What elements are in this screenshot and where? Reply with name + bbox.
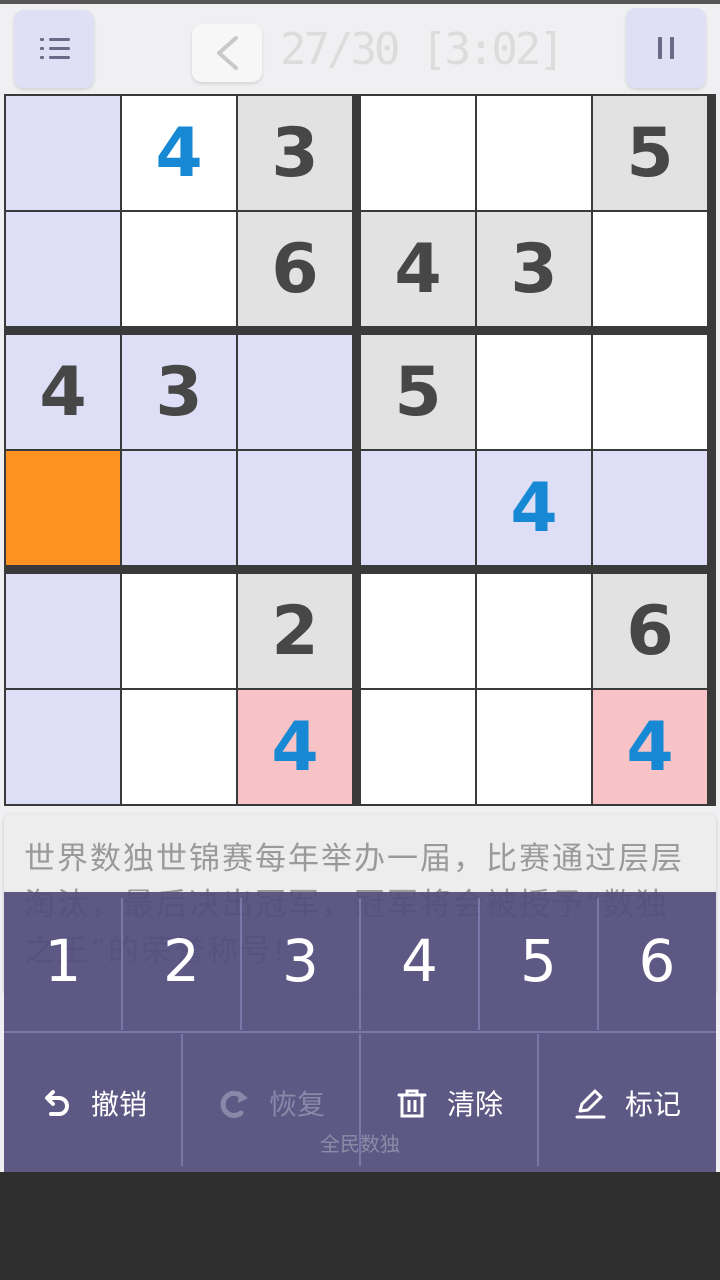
cell-value: 3	[271, 113, 319, 193]
board-cell-r2-c4[interactable]: 4	[361, 212, 475, 326]
board-cell-r3-c6[interactable]	[593, 335, 707, 449]
back-button[interactable]	[192, 24, 262, 82]
undo-label: 撤销	[90, 1088, 147, 1121]
board-cell-r6-c1[interactable]	[6, 690, 120, 804]
board-cell-r4-c6[interactable]	[593, 451, 707, 565]
pencil-icon	[575, 1089, 606, 1119]
keypad-divider	[478, 898, 480, 1030]
app-watermark: 全民数独	[320, 1132, 400, 1156]
puzzle-status: 27/30 [3:02]	[280, 20, 565, 80]
menu-icon	[40, 36, 70, 62]
board-cell-r4-c5[interactable]: 4	[477, 451, 591, 565]
cell-value: 5	[626, 113, 674, 193]
board-cell-r5-c4[interactable]	[361, 574, 475, 688]
board-cell-r5-c6[interactable]: 6	[593, 574, 707, 688]
timer: [3:02]	[420, 24, 565, 75]
cell-value: 5	[394, 352, 442, 432]
cell-value: 6	[626, 591, 674, 671]
trash-icon	[397, 1089, 427, 1118]
redo-label: 恢复	[268, 1088, 325, 1121]
board-cell-r6-c2[interactable]	[122, 690, 236, 804]
board-cell-r1-c4[interactable]	[361, 96, 475, 210]
number-key-label: 3	[282, 927, 319, 995]
board-cell-r2-c2[interactable]	[122, 212, 236, 326]
board-cell-r4-c3[interactable]	[238, 451, 352, 565]
app-screen: 27/30 [3:02] 43564343542644 世界数独世锦赛每年举办一…	[0, 0, 720, 1172]
number-key-3[interactable]: 3	[241, 892, 360, 1030]
undo-icon	[44, 1090, 69, 1116]
board-cell-r4-c1[interactable]	[6, 451, 120, 565]
board-cell-r1-c2[interactable]: 4	[122, 96, 236, 210]
pause-button[interactable]	[626, 8, 706, 88]
clear-label: 清除	[446, 1088, 503, 1121]
board-cell-r3-c5[interactable]	[477, 335, 591, 449]
board-cell-r1-c5[interactable]	[477, 96, 591, 210]
number-key-6[interactable]: 6	[598, 892, 716, 1030]
pause-icon	[658, 37, 674, 59]
cell-value: 3	[510, 229, 558, 309]
cell-value: 4	[271, 707, 319, 787]
menu-button[interactable]	[14, 10, 94, 88]
cell-value: 6	[271, 229, 319, 309]
redo-icon	[220, 1090, 248, 1118]
number-key-label: 2	[163, 927, 200, 995]
board-cell-r2-c5[interactable]: 3	[477, 212, 591, 326]
keypad-divider	[597, 898, 599, 1030]
board-cell-r2-c3[interactable]: 6	[238, 212, 352, 326]
cell-value: 4	[39, 352, 87, 432]
board-cell-r5-c2[interactable]	[122, 574, 236, 688]
number-key-label: 4	[401, 927, 438, 995]
board-cell-r6-c4[interactable]	[361, 690, 475, 804]
chevron-left-icon	[217, 36, 238, 70]
board-cell-r1-c3[interactable]: 3	[238, 96, 352, 210]
cell-value: 2	[271, 591, 319, 671]
number-key-label: 1	[44, 927, 82, 995]
board-cell-r6-c6[interactable]: 4	[593, 690, 707, 804]
number-key-label: 5	[520, 927, 557, 995]
cell-value: 4	[155, 113, 203, 193]
board-cell-r5-c1[interactable]	[6, 574, 120, 688]
board-cell-r3-c4[interactable]: 5	[361, 335, 475, 449]
board-cell-r1-c6[interactable]: 5	[593, 96, 707, 210]
progress-counter: 27/30	[280, 24, 400, 75]
number-key-4[interactable]: 4	[360, 892, 479, 1030]
board-cell-r6-c3[interactable]: 4	[238, 690, 352, 804]
board-cell-r3-c3[interactable]	[238, 335, 352, 449]
sudoku-board: 43564343542644	[4, 94, 716, 806]
board-cell-r3-c1[interactable]: 4	[6, 335, 120, 449]
board-cell-r4-c4[interactable]	[361, 451, 475, 565]
board-cell-r2-c1[interactable]	[6, 212, 120, 326]
number-key-1[interactable]: 1	[4, 892, 122, 1030]
cell-value: 3	[155, 352, 203, 432]
board-cell-r5-c3[interactable]: 2	[238, 574, 352, 688]
cell-value: 4	[394, 229, 442, 309]
board-cell-r1-c1[interactable]	[6, 96, 120, 210]
keypad-divider	[240, 898, 242, 1030]
cell-value: 4	[510, 468, 558, 548]
keypad-divider	[4, 1031, 716, 1033]
status-bar-strip	[0, 0, 720, 4]
keypad-divider	[359, 898, 361, 1030]
mark-label: 标记	[624, 1088, 681, 1121]
board-cell-r3-c2[interactable]: 3	[122, 335, 236, 449]
board-cell-r6-c5[interactable]	[477, 690, 591, 804]
keypad-divider	[121, 898, 123, 1030]
cell-value: 4	[626, 707, 674, 787]
number-key-5[interactable]: 5	[479, 892, 598, 1030]
board-cell-r2-c6[interactable]	[593, 212, 707, 326]
board-cell-r4-c2[interactable]	[122, 451, 236, 565]
number-key-label: 6	[638, 927, 676, 995]
board-cell-r5-c5[interactable]	[477, 574, 591, 688]
number-key-2[interactable]: 2	[122, 892, 241, 1030]
